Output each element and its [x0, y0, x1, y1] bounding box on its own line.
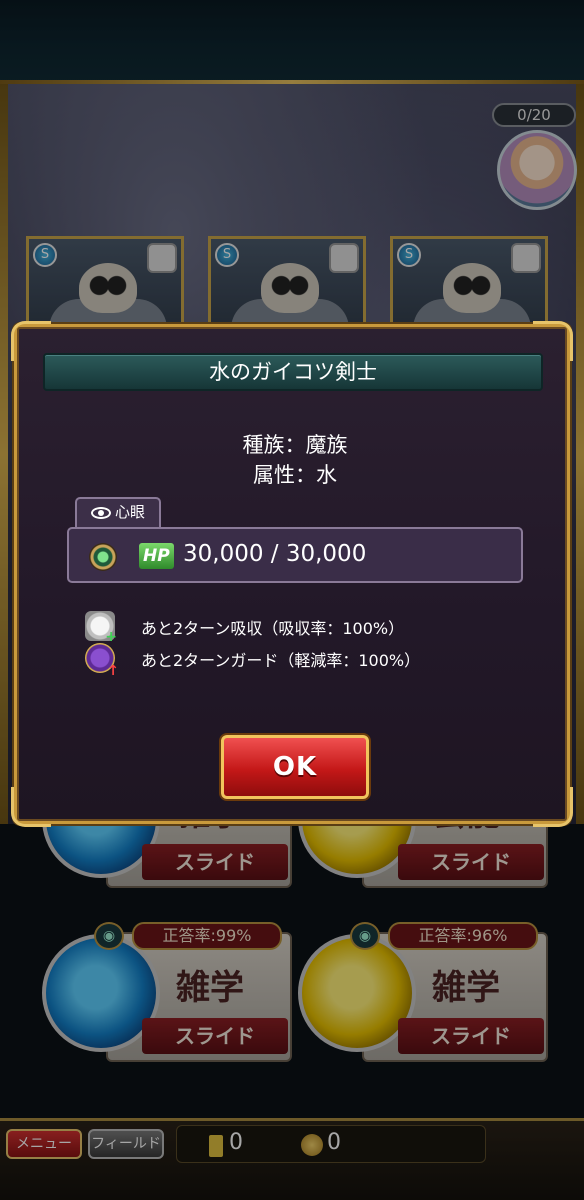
hp-value: 30,000 / 30,000 — [183, 541, 367, 567]
ok-button[interactable]: OK — [221, 735, 369, 799]
effect-text: あと2ターン吸収（吸収率：100%） — [141, 619, 405, 638]
dialog-title: 水のガイコツ剣士 — [43, 353, 543, 391]
hp-label: HP — [139, 543, 174, 569]
eye-icon — [90, 506, 111, 519]
absorb-icon — [85, 611, 117, 645]
shingan-eye-icon — [89, 543, 117, 571]
shingan-tab: 心眼 — [75, 497, 161, 527]
frame-corner — [533, 787, 573, 827]
hp-box: HP 30,000 / 30,000 — [67, 527, 523, 583]
enemy-info-dialog: 水のガイコツ剣士 種族：魔族 属性：水 心眼 HP 30,000 / 30,00… — [11, 321, 573, 827]
shingan-label: 心眼 — [114, 503, 145, 521]
enemy-tribe: 種族：魔族 — [242, 433, 348, 457]
effect-text: あと2ターンガード（軽減率：100%） — [141, 651, 421, 670]
frame-corner — [11, 787, 51, 827]
enemy-attribute: 属性：水 — [253, 463, 337, 487]
guard-icon — [85, 643, 119, 679]
